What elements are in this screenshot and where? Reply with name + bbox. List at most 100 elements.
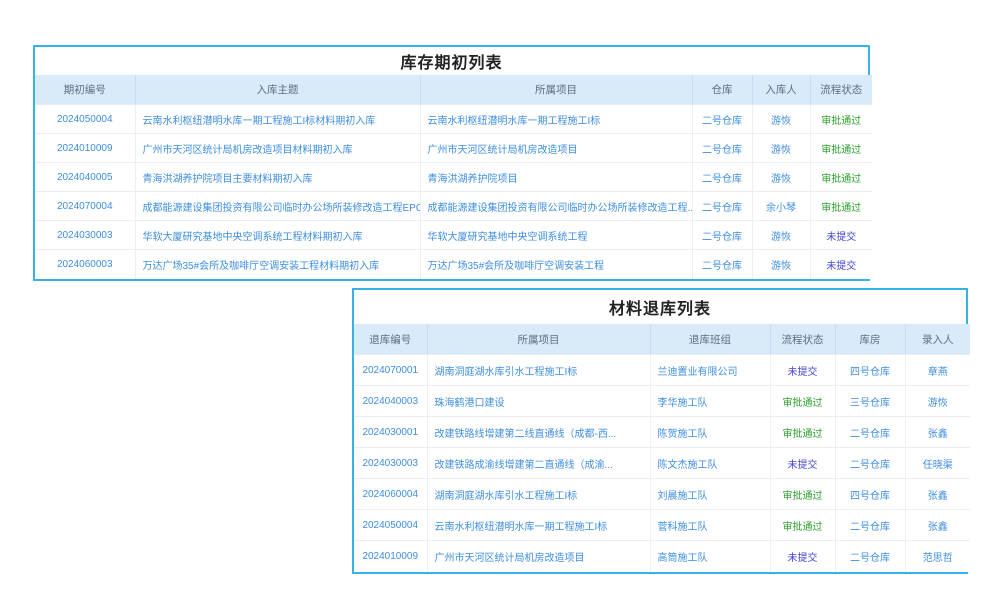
cell-status: 审批通过	[810, 192, 872, 221]
cell-team: 陈文杰施工队	[650, 448, 770, 479]
table-row: 2024050004云南水利枢纽潜明水库一期工程施工I标材料期初入库云南水利枢纽…	[35, 105, 872, 134]
column-header-project: 所属项目	[420, 75, 692, 105]
table-row: 2024030003改建铁路成渝线增建第二直通线（成渝...陈文杰施工队未提交二…	[354, 448, 970, 479]
cell-record-id[interactable]: 2024060003	[35, 250, 135, 279]
cell-warehouse: 二号仓库	[692, 134, 752, 163]
cell-team: 兰迪置业有限公司	[650, 355, 770, 386]
table-row: 2024070001湖南洞庭湖水库引水工程施工I标兰迪置业有限公司未提交四号仓库…	[354, 355, 970, 386]
cell-project: 湖南洞庭湖水库引水工程施工I标	[427, 479, 650, 510]
cell-record-id[interactable]: 2024070004	[35, 192, 135, 221]
cell-operator: 游恢	[752, 105, 810, 134]
column-header-status: 流程状态	[770, 324, 835, 355]
cell-project: 万达广场35#会所及咖啡厅空调安装工程	[420, 250, 692, 279]
cell-project: 珠海鹤港口建设	[427, 386, 650, 417]
table-row: 2024040003珠海鹤港口建设李华施工队审批通过三号仓库游恢	[354, 386, 970, 417]
column-header-subject: 入库主题	[135, 75, 420, 105]
cell-record-id[interactable]: 2024040005	[35, 163, 135, 192]
cell-warehouse: 二号仓库	[692, 250, 752, 279]
header-row: 期初编号入库主题所属项目仓库入库人流程状态	[35, 75, 872, 105]
cell-record-id[interactable]: 2024050004	[35, 105, 135, 134]
column-header-record-id: 期初编号	[35, 75, 135, 105]
cell-project: 云南水利枢纽潜明水库一期工程施工I标	[427, 510, 650, 541]
cell-status: 审批通过	[770, 479, 835, 510]
cell-subject: 云南水利枢纽潜明水库一期工程施工I标材料期初入库	[135, 105, 420, 134]
table-row: 2024060004湖南洞庭湖水库引水工程施工I标刘晨施工队审批通过四号仓库张鑫	[354, 479, 970, 510]
cell-record-id[interactable]: 2024070001	[354, 355, 427, 386]
cell-record-id[interactable]: 2024040003	[354, 386, 427, 417]
header-row: 退库编号所属项目退库班组流程状态库房录入人	[354, 324, 970, 355]
cell-status: 审批通过	[770, 510, 835, 541]
table-row: 2024010009广州市天河区统计局机房改造项目材料期初入库广州市天河区统计局…	[35, 134, 872, 163]
cell-operator: 游恢	[752, 134, 810, 163]
cell-record-id[interactable]: 2024010009	[35, 134, 135, 163]
material-return-title: 材料退库列表	[354, 290, 966, 324]
column-header-project: 所属项目	[427, 324, 650, 355]
cell-project: 改建铁路线增建第二线直通线（成都-西...	[427, 417, 650, 448]
cell-warehouse: 二号仓库	[835, 448, 905, 479]
cell-status: 审批通过	[770, 417, 835, 448]
table-row: 2024040005青海洪湖养护院项目主要材料期初入库青海洪湖养护院项目二号仓库…	[35, 163, 872, 192]
cell-subject: 万达广场35#会所及咖啡厅空调安装工程材料期初入库	[135, 250, 420, 279]
inventory-opening-table: 期初编号入库主题所属项目仓库入库人流程状态2024050004云南水利枢纽潜明水…	[35, 75, 872, 279]
cell-record-id[interactable]: 2024060004	[354, 479, 427, 510]
cell-status: 审批通过	[810, 134, 872, 163]
cell-team: 高筒施工队	[650, 541, 770, 572]
cell-record-id[interactable]: 2024010009	[354, 541, 427, 572]
cell-warehouse: 二号仓库	[692, 105, 752, 134]
cell-project: 青海洪湖养护院项目	[420, 163, 692, 192]
cell-record-id[interactable]: 2024050004	[354, 510, 427, 541]
cell-subject: 青海洪湖养护院项目主要材料期初入库	[135, 163, 420, 192]
inventory-opening-title: 库存期初列表	[35, 47, 868, 75]
material-return-panel: 材料退库列表 退库编号所属项目退库班组流程状态库房录入人2024070001湖南…	[352, 288, 968, 574]
column-header-warehouse: 库房	[835, 324, 905, 355]
cell-warehouse: 二号仓库	[835, 510, 905, 541]
cell-subject: 广州市天河区统计局机房改造项目材料期初入库	[135, 134, 420, 163]
cell-record-id[interactable]: 2024030003	[35, 221, 135, 250]
cell-status: 审批通过	[770, 386, 835, 417]
cell-project: 华软大厦研究基地中央空调系统工程	[420, 221, 692, 250]
cell-project: 成都能源建设集团投资有限公司临时办公场所装修改造工程...	[420, 192, 692, 221]
cell-operator: 范思哲	[905, 541, 970, 572]
cell-operator: 张鑫	[905, 510, 970, 541]
cell-project: 广州市天河区统计局机房改造项目	[420, 134, 692, 163]
cell-operator: 任晓渠	[905, 448, 970, 479]
cell-warehouse: 二号仓库	[692, 192, 752, 221]
cell-warehouse: 二号仓库	[835, 417, 905, 448]
cell-operator: 章燕	[905, 355, 970, 386]
column-header-status: 流程状态	[810, 75, 872, 105]
cell-operator: 游恢	[905, 386, 970, 417]
cell-status: 审批通过	[810, 105, 872, 134]
table-row: 2024030001改建铁路线增建第二线直通线（成都-西...陈贺施工队审批通过…	[354, 417, 970, 448]
column-header-operator: 录入人	[905, 324, 970, 355]
cell-record-id[interactable]: 2024030001	[354, 417, 427, 448]
column-header-team: 退库班组	[650, 324, 770, 355]
cell-operator: 张鑫	[905, 479, 970, 510]
cell-warehouse: 二号仓库	[692, 221, 752, 250]
table-row: 2024050004云南水利枢纽潜明水库一期工程施工I标菅科施工队审批通过二号仓…	[354, 510, 970, 541]
cell-warehouse: 二号仓库	[835, 541, 905, 572]
column-header-operator: 入库人	[752, 75, 810, 105]
cell-subject: 成都能源建设集团投资有限公司临时办公场所装修改造工程EPC...	[135, 192, 420, 221]
table-row: 2024070004成都能源建设集团投资有限公司临时办公场所装修改造工程EPC.…	[35, 192, 872, 221]
cell-project: 改建铁路成渝线增建第二直通线（成渝...	[427, 448, 650, 479]
cell-team: 李华施工队	[650, 386, 770, 417]
cell-project: 湖南洞庭湖水库引水工程施工I标	[427, 355, 650, 386]
cell-warehouse: 三号仓库	[835, 386, 905, 417]
cell-team: 陈贺施工队	[650, 417, 770, 448]
cell-operator: 余小琴	[752, 192, 810, 221]
column-header-warehouse: 仓库	[692, 75, 752, 105]
cell-operator: 游恢	[752, 250, 810, 279]
cell-operator: 游恢	[752, 221, 810, 250]
cell-status: 未提交	[810, 250, 872, 279]
cell-operator: 游恢	[752, 163, 810, 192]
cell-team: 刘晨施工队	[650, 479, 770, 510]
cell-warehouse: 二号仓库	[692, 163, 752, 192]
cell-record-id[interactable]: 2024030003	[354, 448, 427, 479]
column-header-record-id: 退库编号	[354, 324, 427, 355]
cell-status: 未提交	[770, 355, 835, 386]
cell-team: 菅科施工队	[650, 510, 770, 541]
cell-warehouse: 四号仓库	[835, 479, 905, 510]
cell-status: 审批通过	[810, 163, 872, 192]
table-row: 2024010009广州市天河区统计局机房改造项目高筒施工队未提交二号仓库范思哲	[354, 541, 970, 572]
table-row: 2024030003华软大厦研究基地中央空调系统工程材料期初入库华软大厦研究基地…	[35, 221, 872, 250]
